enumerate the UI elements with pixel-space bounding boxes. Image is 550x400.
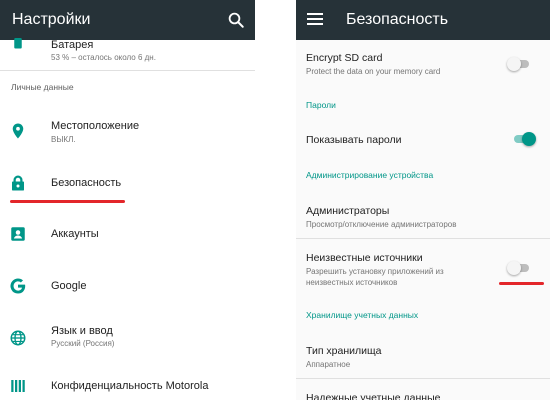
settings-item-title: Аккаунты [51,228,99,240]
settings-item-location[interactable]: Местоположение ВЫКЛ. [0,108,255,152]
setting-subtitle: Аппаратное [306,360,351,369]
battery-icon [14,38,22,49]
section-label-device-admin: Администрирование устройства [306,170,434,180]
setting-title: Надежные учетные данные [306,392,441,400]
search-icon[interactable] [227,11,245,29]
page-title: Безопасность [346,11,449,28]
setting-trusted-credentials[interactable]: Надежные учетные данные [306,392,546,400]
setting-show-passwords[interactable]: Показывать пароли [306,134,546,146]
settings-item-security[interactable]: Безопасность [0,165,255,201]
setting-title: Администраторы [306,205,390,217]
globe-icon [10,330,26,346]
account-icon [11,227,25,241]
settings-item-battery[interactable]: Батарея 53 % – осталось около 6 дн. [0,38,255,70]
lock-icon [12,175,24,191]
section-label-personal: Личные данные [11,82,74,92]
show-passwords-toggle[interactable] [512,132,536,146]
app-bar: Безопасность [296,0,550,40]
settings-item-title: Google [51,280,87,292]
divider [296,238,550,239]
settings-item-title: Безопасность [51,177,122,189]
settings-item-subtitle: 53 % – осталось около 6 дн. [51,53,156,62]
setting-subtitle-line: Разрешить установку приложений из [306,267,444,276]
app-bar: Настройки [0,0,255,40]
menu-icon[interactable] [307,12,323,26]
settings-item-motorola-privacy[interactable]: Конфиденциальность Motorola [0,372,255,400]
setting-administrators[interactable]: Администраторы Просмотр/отключение админ… [306,205,546,230]
page-title: Настройки [12,11,91,28]
security-panel: Безопасность Encrypt SD card Protect the… [296,0,550,400]
settings-item-google[interactable]: Google [0,270,255,304]
settings-item-subtitle: ВЫКЛ. [51,135,76,144]
highlight-underline [10,200,125,203]
settings-item-title: Конфиденциальность Motorola [51,380,209,392]
settings-item-title: Язык и ввод [51,325,113,337]
unknown-sources-toggle[interactable] [507,261,531,275]
settings-item-language[interactable]: Язык и ввод Русский (Россия) [0,320,255,360]
setting-subtitle-line: неизвестных источников [306,278,398,287]
settings-item-title: Батарея [51,39,94,51]
settings-item-title: Местоположение [51,120,140,132]
setting-subtitle: Просмотр/отключение администраторов [306,220,457,229]
setting-storage-type[interactable]: Тип хранилища Аппаратное [306,345,546,370]
section-label-credential-storage: Хранилище учетных данных [306,310,419,320]
settings-item-subtitle: Русский (Россия) [51,339,115,348]
settings-panel: Настройки Батарея 53 % – осталось около … [0,0,255,400]
settings-item-accounts[interactable]: Аккаунты [0,218,255,252]
setting-title: Показывать пароли [306,134,402,146]
privacy-icon [11,380,25,392]
section-label-passwords: Пароли [306,100,336,110]
divider [296,378,550,379]
encrypt-sd-toggle[interactable] [507,57,531,71]
google-icon [10,278,26,294]
setting-title: Тип хранилища [306,345,382,357]
location-pin-icon [12,123,24,139]
divider [0,70,255,71]
highlight-underline [499,282,544,285]
